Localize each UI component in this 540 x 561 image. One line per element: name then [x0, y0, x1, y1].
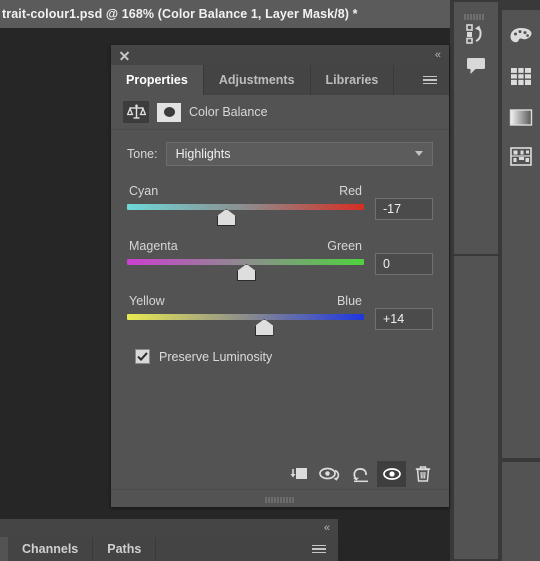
tab-adjustments[interactable]: Adjustments	[203, 65, 311, 95]
slider-cyan-red-left-label: Cyan	[129, 184, 159, 198]
collapse-panel-icon[interactable]: «	[435, 49, 441, 61]
slider-magenta-green-left-label: Magenta	[129, 239, 178, 253]
dock-column-b	[502, 10, 540, 458]
panel-body: Tone: Highlights Cyan Red -17 Magenta Gr…	[111, 130, 449, 364]
slider-yellow-blue-labels: Yellow Blue	[127, 294, 364, 308]
mask-shape	[163, 107, 175, 117]
comment-notes-icon[interactable]	[461, 50, 491, 80]
channels-panel-tab-bar: Channels Paths	[0, 537, 338, 561]
adjustment-header: Color Balance	[111, 95, 449, 130]
preserve-luminosity-label: Preserve Luminosity	[159, 349, 273, 364]
slider-cyan-red: Cyan Red -17	[127, 184, 433, 226]
slider-cyan-red-track[interactable]	[127, 204, 364, 210]
patterns-icon[interactable]	[506, 142, 536, 172]
tab-properties[interactable]: Properties	[111, 65, 204, 95]
properties-panel: « Properties Adjustments Libraries Color…	[111, 45, 449, 507]
tab-channels[interactable]: Channels	[8, 537, 94, 561]
checkmark-icon	[137, 352, 148, 361]
chevron-down-icon	[415, 151, 423, 156]
document-title-bar: trait-colour1.psd @ 168% (Color Balance …	[0, 0, 450, 28]
tone-row: Tone: Highlights	[127, 142, 433, 166]
slider-yellow-blue-track[interactable]	[127, 314, 364, 320]
document-title: trait-colour1.psd @ 168% (Color Balance …	[2, 7, 358, 21]
panel-menu-icon[interactable]	[417, 65, 449, 95]
slider-magenta-green-thumb[interactable]	[237, 264, 256, 281]
tab-paths[interactable]: Paths	[93, 537, 157, 561]
slider-yellow-blue-right-label: Blue	[336, 294, 362, 308]
swatches-grid-icon[interactable]	[506, 62, 536, 92]
slider-yellow-blue: Yellow Blue +14	[127, 294, 433, 336]
tab-bar-left-pad	[0, 537, 8, 561]
tab-bar-spacer	[394, 65, 417, 95]
preserve-luminosity-row[interactable]: Preserve Luminosity	[127, 349, 433, 364]
slider-magenta-green: Magenta Green 0	[127, 239, 433, 281]
slider-yellow-blue-thumb[interactable]	[254, 319, 274, 336]
gradient-icon[interactable]	[506, 102, 536, 132]
layer-mask-thumbnail[interactable]	[157, 102, 181, 122]
actions-history-icon[interactable]	[461, 18, 491, 48]
photoshop-window: trait-colour1.psd @ 168% (Color Balance …	[0, 0, 540, 561]
slider-magenta-green-labels: Magenta Green	[127, 239, 364, 253]
preserve-luminosity-checkbox[interactable]	[135, 349, 150, 364]
collapse-channels-panel-icon[interactable]: «	[324, 522, 330, 534]
delete-layer-icon[interactable]	[408, 461, 437, 487]
dock-grip[interactable]	[464, 7, 490, 20]
panel-tab-bar: Properties Adjustments Libraries	[111, 65, 449, 95]
slider-yellow-blue-track-wrap[interactable]	[127, 313, 364, 336]
tone-dropdown[interactable]: Highlights	[165, 142, 433, 166]
tone-value: Highlights	[175, 147, 231, 161]
slider-magenta-green-value[interactable]: 0	[375, 253, 433, 275]
slider-yellow-blue-value[interactable]: +14	[375, 308, 433, 330]
slider-cyan-red-labels: Cyan Red	[127, 184, 364, 198]
channels-panel-menu-icon[interactable]	[306, 537, 338, 561]
tone-label: Tone:	[127, 147, 158, 161]
slider-cyan-red-track-wrap[interactable]	[127, 203, 364, 226]
color-palette-icon[interactable]	[506, 22, 536, 52]
color-balance-icon[interactable]	[123, 101, 149, 123]
slider-cyan-red-right-label: Red	[339, 184, 362, 198]
right-dock	[452, 0, 540, 561]
view-previous-state-icon[interactable]	[315, 461, 344, 487]
channels-panel: « Channels Paths	[0, 519, 338, 561]
dock-column-a	[454, 2, 498, 254]
adjustment-title: Color Balance	[189, 105, 268, 119]
toggle-visibility-icon[interactable]	[377, 461, 406, 487]
channels-tab-spacer	[156, 537, 306, 561]
slider-yellow-blue-left-label: Yellow	[129, 294, 165, 308]
slider-magenta-green-track-wrap[interactable]	[127, 258, 364, 281]
slider-magenta-green-track[interactable]	[127, 259, 364, 265]
panel-resize-handle[interactable]	[111, 489, 449, 507]
slider-magenta-green-right-label: Green	[327, 239, 362, 253]
close-icon[interactable]	[119, 50, 130, 61]
reset-icon[interactable]	[346, 461, 375, 487]
panel-footer	[111, 459, 449, 489]
tab-libraries[interactable]: Libraries	[310, 65, 395, 95]
panel-title-bar[interactable]: «	[111, 45, 449, 65]
resize-grip	[265, 490, 295, 508]
slider-cyan-red-thumb[interactable]	[216, 209, 236, 226]
clip-to-layer-icon[interactable]	[284, 461, 313, 487]
slider-cyan-red-value[interactable]: -17	[375, 198, 433, 220]
channels-panel-title-bar[interactable]: «	[0, 519, 338, 537]
dock-column-b-lower	[502, 462, 540, 561]
dock-column-a-lower	[454, 256, 498, 559]
